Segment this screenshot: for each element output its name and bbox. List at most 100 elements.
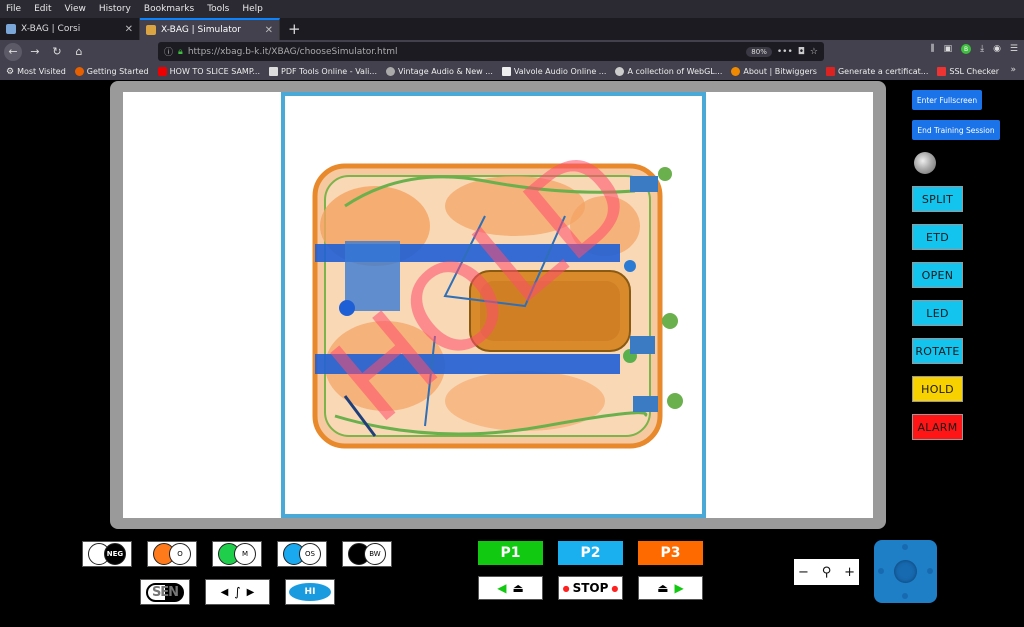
library-icon[interactable]: ⫼ [930, 44, 934, 54]
alarm-button[interactable]: ALARM [912, 414, 963, 440]
metal-filter-button[interactable]: M [212, 541, 262, 567]
close-tab-icon[interactable]: ✕ [265, 25, 273, 36]
bookmark-getting-started[interactable]: Getting Started [74, 67, 149, 76]
led-button[interactable]: LED [912, 300, 963, 326]
bitwiggers-icon [731, 67, 741, 76]
github-icon [615, 67, 625, 76]
bookmark-vintage-audio[interactable]: Vintage Audio & New ... [386, 67, 493, 76]
split-button[interactable]: SPLIT [912, 186, 963, 212]
os-filter-button[interactable]: OS [277, 541, 327, 567]
neg-filter-button[interactable]: NEG [82, 541, 132, 567]
magnifier-icon: ⚲ [821, 564, 832, 580]
joystick-up-icon [902, 544, 908, 550]
belt-backward-button[interactable]: ◀ ⏏ [478, 576, 543, 600]
m-label: M [234, 543, 256, 565]
right-arrow-icon: ▶ [246, 586, 255, 598]
p3-button[interactable]: P3 [638, 541, 703, 565]
site-info-icon[interactable]: ⓘ [164, 45, 173, 58]
xray-baggage-image: HOLD [307, 122, 683, 450]
s-curve-icon: ∫ [234, 585, 241, 599]
p2-button[interactable]: P2 [558, 541, 623, 565]
pan-joystick[interactable] [874, 540, 937, 603]
open-button[interactable]: OPEN [912, 262, 963, 288]
hamburger-menu-icon[interactable]: ☰ [1010, 44, 1018, 54]
globe-icon [386, 67, 396, 76]
red-dot-icon: ● [611, 583, 619, 593]
hold-button[interactable]: HOLD [912, 376, 963, 402]
menu-bookmarks[interactable]: Bookmarks [144, 4, 194, 14]
red-dot-icon: ● [562, 583, 570, 593]
back-arrow-icon[interactable]: ← [4, 42, 22, 61]
etd-button[interactable]: ETD [912, 224, 963, 250]
o-label: O [169, 543, 191, 565]
bag-on-belt-icon: ⏏ [512, 581, 524, 595]
downloads-icon[interactable]: ⤓ [980, 44, 984, 54]
menu-view[interactable]: View [65, 4, 86, 14]
menu-history[interactable]: History [99, 4, 131, 14]
p1-button[interactable]: P1 [478, 541, 543, 565]
extension-badge-icon[interactable]: B [961, 44, 972, 54]
joystick-knob[interactable] [894, 560, 917, 583]
pdf-icon [269, 67, 279, 76]
green-right-arrow-icon: ▶ [674, 581, 684, 595]
bookmark-valvole[interactable]: Valvole Audio Online ... [501, 67, 606, 76]
forward-arrow-icon[interactable]: → [26, 43, 44, 61]
zoom-level-badge[interactable]: 80% [746, 46, 772, 57]
tab-title: X-BAG | Simulator [161, 25, 241, 35]
belt-stop-button[interactable]: ● STOP ● [558, 576, 623, 600]
bookmark-certificate[interactable]: Generate a certificat... [825, 67, 928, 76]
tab-simulator[interactable]: X-BAG | Simulator ✕ [140, 18, 280, 40]
status-led-indicator [914, 152, 936, 174]
bookmark-most-visited[interactable]: ⚙ Most Visited [6, 67, 66, 77]
reload-icon[interactable]: ↻ [48, 43, 66, 61]
left-arrow-icon: ◀ [220, 586, 229, 598]
tab-corsi[interactable]: X-BAG | Corsi ✕ [0, 18, 140, 40]
contrast-curve-button[interactable]: ◀ ∫ ▶ [205, 579, 270, 605]
bookmark-bitwiggers[interactable]: About | Bitwiggers [731, 67, 817, 76]
tab-title: X-BAG | Corsi [21, 24, 81, 34]
rotate-button[interactable]: ROTATE [912, 338, 963, 364]
hi-filter-button[interactable]: HI [285, 579, 335, 605]
youtube-icon [157, 67, 167, 76]
menu-file[interactable]: File [6, 4, 21, 14]
bookmark-webgl[interactable]: A collection of WebGL... [615, 67, 722, 76]
gear-icon: ⚙ [6, 66, 15, 77]
menu-help[interactable]: Help [242, 4, 263, 14]
menu-tools[interactable]: Tools [207, 4, 229, 14]
close-tab-icon[interactable]: ✕ [125, 24, 133, 35]
url-text[interactable]: https://xbag.b-k.it/XBAG/chooseSimulator… [188, 47, 741, 57]
enter-fullscreen-button[interactable]: Enter Fullscreen [912, 90, 982, 110]
green-left-arrow-icon: ◀ [497, 581, 507, 595]
firefox-icon [74, 67, 84, 76]
bookmark-pdf-tools[interactable]: PDF Tools Online - Vali... [269, 67, 377, 76]
sidebar-icon[interactable]: ▣ [944, 44, 953, 54]
os-label: OS [299, 543, 321, 565]
zoom-control: − ⚲ + [794, 559, 859, 585]
bookmark-slice[interactable]: HOW TO SLICE SAMP... [157, 67, 260, 76]
belt-forward-button[interactable]: ⏏ ▶ [638, 576, 703, 600]
xray-image-frame[interactable]: HOLD [281, 92, 706, 518]
account-icon[interactable]: ◉ [993, 44, 1001, 54]
sen-filter-button[interactable]: SEN [140, 579, 190, 605]
url-bar[interactable]: ⓘ 🔒︎ https://xbag.b-k.it/XBAG/chooseSimu… [158, 42, 824, 61]
tab-favicon-icon [6, 24, 16, 34]
bookmarks-bar: ⚙ Most Visited Getting Started HOW TO SLI… [0, 63, 1024, 80]
zoom-in-button[interactable]: + [844, 565, 855, 580]
page-actions-icon[interactable]: ••• [777, 47, 793, 57]
end-training-button[interactable]: End Training Session [912, 120, 1000, 140]
more-bookmarks-icon[interactable]: » [1010, 65, 1016, 75]
new-tab-icon[interactable]: + [280, 18, 309, 40]
bookmark-ssl-checker[interactable]: SSL Checker [937, 67, 999, 76]
neg-label: NEG [104, 543, 126, 565]
bookmark-star-icon[interactable]: ☆ [810, 47, 818, 57]
xray-monitor: HOLD [110, 81, 886, 529]
valvole-icon [501, 67, 511, 76]
zoom-out-button[interactable]: − [798, 565, 809, 580]
browser-navbar: ← → ↻ ⌂ ⓘ 🔒︎ https://xbag.b-k.it/XBAG/ch… [0, 40, 1024, 63]
home-icon[interactable]: ⌂ [70, 43, 88, 61]
organic-filter-button[interactable]: O [147, 541, 197, 567]
menu-edit[interactable]: Edit [34, 4, 51, 14]
hi-label: HI [289, 583, 331, 601]
pocket-icon[interactable]: ◘ [798, 47, 805, 57]
bw-filter-button[interactable]: BW [342, 541, 392, 567]
